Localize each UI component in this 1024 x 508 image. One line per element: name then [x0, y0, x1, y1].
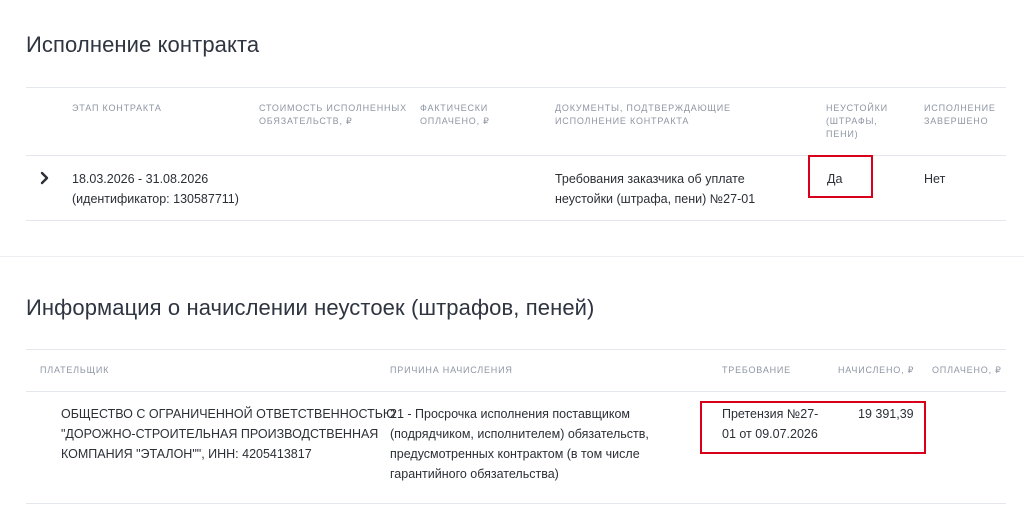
header-cost-fulfilled: СТОИМОСТЬ ИСПОЛНЕННЫХ ОБЯЗАТЕЛЬСТВ, ₽ [259, 103, 407, 126]
contract-section-title: Исполнение контракта [26, 32, 260, 57]
section-separator [0, 256, 1024, 257]
stage-cell: 18.03.2026 - 31.08.2026 (идентификатор: … [72, 169, 239, 209]
penalty-row-divider [26, 503, 1006, 504]
header-actually-paid: ФАКТИЧЕСКИ ОПЛАЧЕНО, ₽ [420, 103, 490, 126]
contract-table-top-divider [26, 87, 1006, 88]
payer-line-1: ОБЩЕСТВО С ОГРАНИЧЕННОЙ ОТВЕТСТВЕННОСТЬЮ [61, 407, 396, 421]
reason-cell: 21 - Просрочка исполнения поставщиком (п… [390, 404, 649, 484]
reason-line-4: гарантийного обязательства) [390, 467, 559, 481]
header-paid: ОПЛАЧЕНО, ₽ [932, 365, 1002, 375]
contract-row-divider [26, 220, 1006, 221]
penalties-table-top-divider [26, 349, 1006, 350]
header-payer: ПЛАТЕЛЬЩИК [40, 365, 110, 375]
header-execution-completed: ИСПОЛНЕНИЕ ЗАВЕРШЕНО [924, 103, 996, 126]
stage-dates: 18.03.2026 - 31.08.2026 [72, 172, 209, 186]
stage-identifier: (идентификатор: 130587711) [72, 192, 239, 206]
completed-value: Нет [924, 172, 946, 186]
claim-highlight-box [700, 401, 926, 454]
payer-line-2: "ДОРОЖНО-СТРОИТЕЛЬНАЯ ПРОИЗВОДСТВЕННАЯ [61, 427, 379, 441]
header-claim: ТРЕБОВАНИЕ [722, 365, 791, 375]
expand-chevron-icon[interactable] [39, 171, 51, 189]
header-accrued: НАЧИСЛЕНО, ₽ [838, 365, 915, 375]
penalty-highlight-box [808, 155, 873, 198]
reason-line-2: (подрядчиком, исполнителем) обязательств… [390, 427, 649, 441]
penalties-section-title: Информация о начислении неустоек (штрафо… [26, 295, 595, 320]
reason-line-3: предусмотренных контрактом (в том числе [390, 447, 640, 461]
documents-line-2: неустойки (штрафа, пени) №27-01 [555, 192, 756, 206]
header-reason: ПРИЧИНА НАЧИСЛЕНИЯ [390, 365, 513, 375]
payer-cell: ОБЩЕСТВО С ОГРАНИЧЕННОЙ ОТВЕТСТВЕННОСТЬЮ… [61, 404, 396, 464]
header-penalties: НЕУСТОЙКИ (ШТРАФЫ, ПЕНИ) [826, 103, 888, 139]
payer-line-3: КОМПАНИЯ "ЭТАЛОН"", ИНН: 4205413817 [61, 447, 312, 461]
documents-line-1: Требования заказчика об уплате [555, 172, 745, 186]
reason-line-1: 21 - Просрочка исполнения поставщиком [390, 407, 630, 421]
header-documents: ДОКУМЕНТЫ, ПОДТВЕРЖДАЮЩИЕ ИСПОЛНЕНИЕ КОН… [555, 103, 731, 126]
header-contract-stage: ЭТАП КОНТРАКТА [72, 103, 162, 113]
documents-cell[interactable]: Требования заказчика об уплате неустойки… [555, 169, 755, 209]
